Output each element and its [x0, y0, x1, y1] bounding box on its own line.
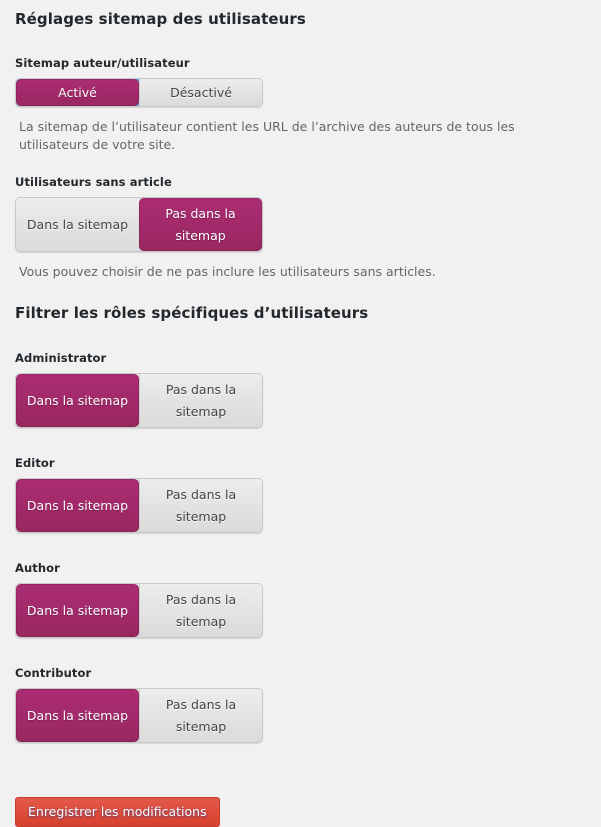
role-option-in-label: Dans la sitemap	[26, 707, 129, 723]
role-label: Editor	[15, 456, 55, 470]
role-option-in-label: Dans la sitemap	[26, 497, 129, 513]
role-option-in-label: Dans la sitemap	[26, 602, 129, 618]
role-row: Administrator Dans la sitemap Pas dans la …	[0, 351, 601, 456]
role-option-out[interactable]: Pas dans la sitemap	[139, 584, 262, 637]
settings-page: Réglages sitemap des utilisateurs Sitema…	[0, 0, 601, 827]
author-sitemap-option-enabled-label: Activé	[58, 84, 97, 100]
users-without-posts-option-in[interactable]: Dans la sitemap	[16, 198, 139, 251]
role-option-out-label: Pas dans la sitemap	[165, 486, 237, 524]
users-without-posts-help-text: Vous pouvez choisir de ne pas inclure le…	[19, 264, 436, 279]
role-toggle-group[interactable]: Dans la sitemap Pas dans la sitemap	[15, 583, 263, 638]
save-button[interactable]: Enregistrer les modifications	[15, 797, 220, 827]
role-option-out-label: Pas dans la sitemap	[165, 696, 237, 734]
author-sitemap-option-disabled[interactable]: Désactivé	[139, 79, 262, 106]
author-sitemap-option-enabled[interactable]: Activé	[16, 79, 139, 106]
author-sitemap-toggle-group[interactable]: Activé Désactivé	[15, 78, 263, 107]
role-option-in[interactable]: Dans la sitemap	[16, 479, 139, 532]
users-without-posts-option-in-label: Dans la sitemap	[26, 216, 129, 232]
role-option-out[interactable]: Pas dans la sitemap	[139, 479, 262, 532]
role-row: Editor Dans la sitemap Pas dans la sitemap	[0, 456, 601, 561]
role-row: Contributor Dans la sitemap Pas dans la si…	[0, 666, 601, 771]
author-sitemap-help-text: La sitemap de l’utilisateur contient les…	[19, 119, 515, 152]
author-sitemap-option-disabled-label: Désactivé	[170, 84, 232, 100]
users-without-posts-option-out-label: Pas dans la sitemap	[165, 205, 236, 243]
role-option-out[interactable]: Pas dans la sitemap	[139, 689, 262, 742]
role-option-in[interactable]: Dans la sitemap	[16, 374, 139, 427]
roles-list: Administrator Dans la sitemap Pas dans la …	[0, 351, 601, 771]
role-option-in[interactable]: Dans la sitemap	[16, 584, 139, 637]
role-toggle-group[interactable]: Dans la sitemap Pas dans la sitemap	[15, 373, 263, 428]
role-toggle-group[interactable]: Dans la sitemap Pas dans la sitemap	[15, 688, 263, 743]
roles-section-title: Filtrer les rôles spécifiques d’utilisat…	[15, 304, 369, 322]
role-option-out[interactable]: Pas dans la sitemap	[139, 374, 262, 427]
role-row: Author Dans la sitemap Pas dans la sitemap	[0, 561, 601, 666]
role-label: Administrator	[15, 351, 107, 365]
role-toggle-group[interactable]: Dans la sitemap Pas dans la sitemap	[15, 478, 263, 533]
role-option-out-label: Pas dans la sitemap	[165, 591, 237, 629]
role-label: Contributor	[15, 666, 92, 680]
role-option-in[interactable]: Dans la sitemap	[16, 689, 139, 742]
users-without-posts-toggle-group[interactable]: Dans la sitemap Pas dans la sitemap	[15, 197, 263, 252]
users-without-posts-option-out[interactable]: Pas dans la sitemap	[139, 198, 262, 251]
role-option-out-label: Pas dans la sitemap	[165, 381, 237, 419]
author-sitemap-label: Sitemap auteur/utilisateur	[15, 56, 190, 70]
role-label: Author	[15, 561, 60, 575]
page-title: Réglages sitemap des utilisateurs	[15, 10, 306, 28]
users-without-posts-label: Utilisateurs sans article	[15, 175, 172, 189]
role-option-in-label: Dans la sitemap	[26, 392, 129, 408]
